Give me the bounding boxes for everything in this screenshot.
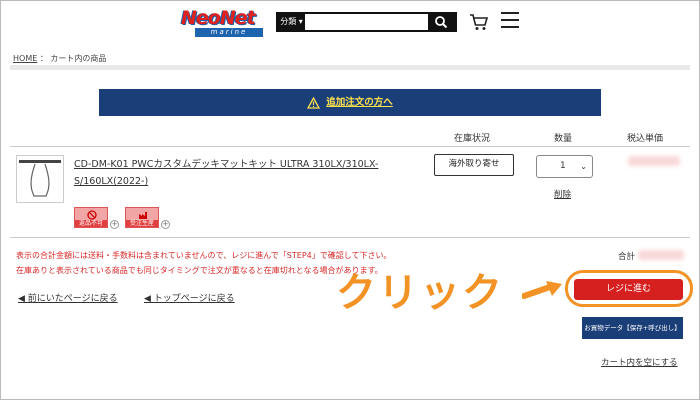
price-blurred [628, 156, 680, 166]
header-quantity: 数量 [554, 134, 573, 144]
cart-icon[interactable] [469, 12, 489, 32]
total-blurred [638, 250, 684, 260]
header-stock: 在庫状況 [454, 134, 491, 144]
badge-made-to-order: 受注生産 [125, 207, 159, 228]
stock-status-button[interactable]: 海外取り寄せ [434, 154, 514, 176]
notice-shipping: 表示の合計金額には送料・手数料は含まれていませんので、レジに進んで「STEP4」… [16, 251, 392, 260]
search-bar: 分類 ▾ [276, 12, 457, 32]
logo-sub-text: marine [195, 28, 263, 37]
additional-order-banner[interactable]: 追加注文の方へ [99, 89, 601, 116]
empty-cart-link[interactable]: カート内を空にする [601, 356, 678, 368]
arrow-right-icon [522, 281, 562, 299]
header-divider [10, 65, 690, 70]
quantity-value: 1 [560, 161, 566, 171]
checkout-button[interactable]: レジに進む [574, 279, 683, 300]
badge-label: 返品不可 [75, 220, 107, 227]
header-price: 税込単価 [627, 134, 664, 144]
search-input[interactable] [307, 15, 427, 29]
save-cart-data-button[interactable]: お買物データ【保存+呼び出し】 [582, 317, 683, 339]
table-divider-bottom [10, 237, 690, 238]
logo-main-text: NeoNet [181, 7, 256, 29]
product-name-line1: CD-DM-K01 PWCカスタムデッキマットキット ULTRA 310LX/3… [74, 159, 379, 170]
quantity-select[interactable]: 1 ⌄ [536, 155, 593, 178]
breadcrumb-home-link[interactable]: HOME [13, 54, 37, 63]
search-category-select[interactable]: 分類 ▾ [278, 14, 305, 30]
click-annotation: クリック [336, 270, 504, 316]
badge-no-return: 返品不可 [74, 207, 108, 228]
chevron-down-icon: ⌄ [580, 162, 587, 171]
product-name-link[interactable]: CD-DM-K01 PWCカスタムデッキマットキット ULTRA 310LX/3… [74, 156, 390, 190]
table-divider-top [10, 146, 690, 147]
badge-info-icon[interactable]: + [161, 220, 170, 229]
breadcrumb: HOME ： カート内の商品 [13, 53, 106, 64]
warning-icon [307, 96, 321, 109]
notice-stock: 在庫ありと表示されている商品でも同じタイミングで注文が重なると在庫切れとなる場合… [16, 266, 383, 275]
site-logo[interactable]: NeoNet marine [181, 7, 265, 37]
factory-icon [139, 212, 147, 219]
badge-info-icon[interactable]: + [110, 220, 119, 229]
back-top-page-link[interactable]: ◀ トップページに戻る [144, 291, 235, 304]
product-name-line2: S/160LX(2022-) [74, 176, 149, 187]
search-button[interactable] [428, 14, 455, 30]
back-previous-page-link[interactable]: ◀ 前にいたページに戻る [18, 291, 118, 304]
total-label: 合計 [618, 252, 636, 262]
product-thumbnail[interactable] [16, 155, 64, 203]
badge-label: 受注生産 [126, 220, 158, 227]
delete-item-link[interactable]: 削除 [554, 188, 571, 200]
hamburger-menu-icon[interactable] [501, 12, 519, 30]
prohibited-icon [87, 210, 97, 220]
search-icon [435, 16, 448, 29]
banner-text: 追加注文の方へ [326, 97, 393, 108]
breadcrumb-separator: ： [39, 54, 48, 63]
breadcrumb-current: カート内の商品 [50, 54, 107, 63]
